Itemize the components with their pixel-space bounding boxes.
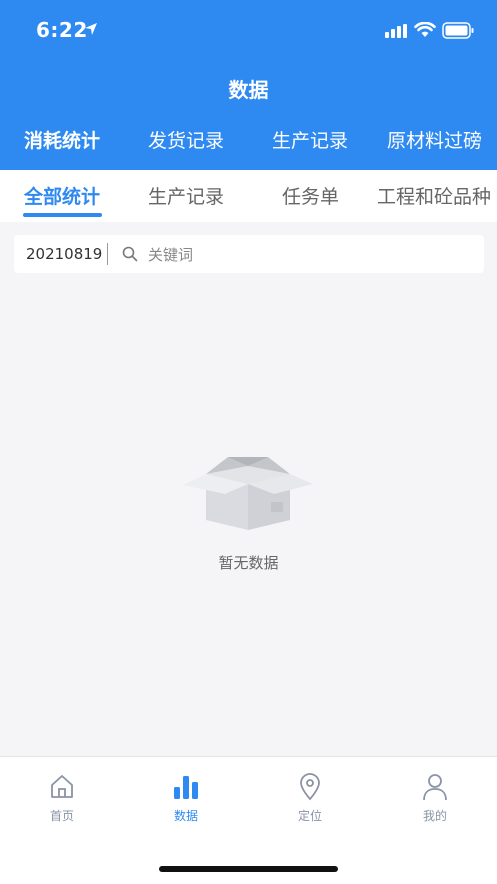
bottom-nav: 首页 数据 定位 我的 <box>0 756 497 884</box>
tab-consumption-stats[interactable]: 消耗统计 <box>24 126 100 153</box>
signal-icon <box>385 24 407 38</box>
location-arrow-icon <box>85 23 97 35</box>
empty-box-icon <box>183 457 313 530</box>
nav-profile-label: 我的 <box>422 809 447 823</box>
wifi-icon <box>414 22 436 37</box>
user-icon <box>423 774 447 801</box>
top-tab-bar: 消耗统计 发货记录 生产记录 原材料过磅 <box>0 126 497 162</box>
app-header: 6:22 数据 消耗统计 发货记录 生产记录 原材料过磅 <box>0 0 497 170</box>
subtab-all-stats[interactable]: 全部统计 <box>24 182 100 209</box>
subtab-production-records[interactable]: 生产记录 <box>148 182 224 209</box>
empty-state-text: 暂无数据 <box>218 554 279 572</box>
search-input[interactable] <box>146 241 470 269</box>
nav-data-label: 数据 <box>173 809 198 823</box>
nav-location[interactable]: 定位 <box>260 773 360 829</box>
status-time: 6:22 <box>36 18 88 42</box>
status-bar: 6:22 <box>0 0 497 62</box>
nav-location-label: 定位 <box>297 809 322 823</box>
nav-data[interactable]: 数据 <box>136 773 236 829</box>
subtab-task-orders[interactable]: 任务单 <box>282 182 339 209</box>
active-tab-indicator <box>23 213 102 217</box>
bar-chart-icon <box>174 776 198 799</box>
filter-bar: 20210819 <box>14 235 484 273</box>
tab-raw-material-weighing[interactable]: 原材料过磅 <box>387 126 482 153</box>
location-pin-icon <box>300 773 320 801</box>
search-icon <box>122 246 138 262</box>
subtab-project-concrete-types[interactable]: 工程和砼品种 <box>377 182 491 209</box>
home-icon <box>51 775 73 798</box>
battery-icon <box>442 22 474 39</box>
page-title: 数据 <box>228 78 269 102</box>
tab-delivery-records[interactable]: 发货记录 <box>148 126 224 153</box>
nav-home[interactable]: 首页 <box>12 773 112 829</box>
tab-production-records[interactable]: 生产记录 <box>272 126 348 153</box>
date-picker[interactable]: 20210819 <box>26 245 102 263</box>
nav-profile[interactable]: 我的 <box>385 773 485 829</box>
home-indicator <box>159 866 338 872</box>
sub-tab-bar: 全部统计 生产记录 任务单 工程和砼品种 <box>0 170 497 222</box>
nav-home-label: 首页 <box>49 809 74 823</box>
divider <box>107 243 108 265</box>
